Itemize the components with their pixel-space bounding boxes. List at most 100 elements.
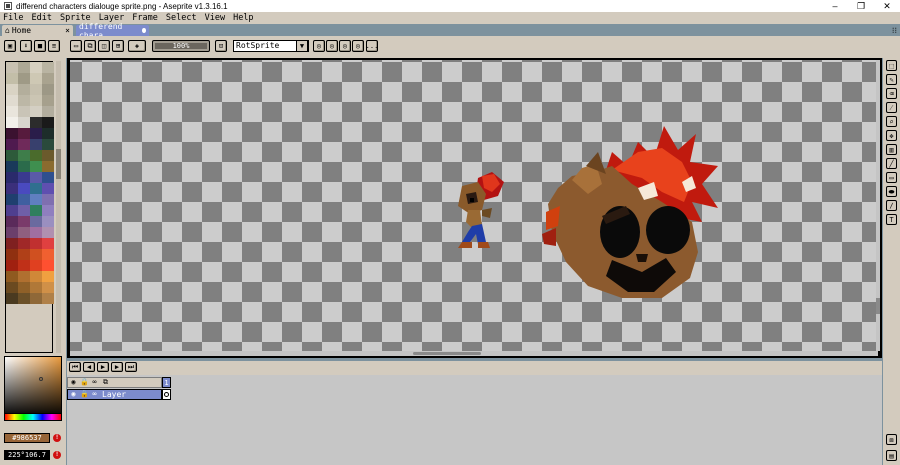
transform-icon-4[interactable]: ◎ bbox=[352, 40, 364, 52]
close-tab-icon[interactable]: × bbox=[65, 26, 70, 35]
palette-scrollbar[interactable] bbox=[56, 61, 61, 353]
palette-swatch[interactable] bbox=[42, 194, 54, 205]
palette-swatch[interactable] bbox=[18, 128, 30, 139]
palette-swatch[interactable] bbox=[30, 139, 42, 150]
palette-swatch[interactable] bbox=[42, 73, 54, 84]
frame-header-1[interactable]: 1 bbox=[162, 377, 171, 388]
palette-swatch[interactable] bbox=[6, 282, 18, 293]
palette-swatch[interactable] bbox=[42, 128, 54, 139]
more-options-button[interactable]: ... bbox=[366, 40, 378, 52]
close-button[interactable]: ✕ bbox=[874, 0, 900, 12]
hue-slider[interactable] bbox=[4, 413, 62, 421]
minimize-button[interactable]: – bbox=[822, 0, 848, 12]
chevron-down-icon[interactable]: ▼ bbox=[296, 40, 308, 52]
palette-swatch[interactable] bbox=[30, 238, 42, 249]
transparent-color-icon[interactable]: ◈ bbox=[128, 40, 146, 52]
palette-swatch[interactable] bbox=[6, 293, 18, 304]
palette-swatch[interactable] bbox=[18, 73, 30, 84]
palette-swatch[interactable] bbox=[18, 106, 30, 117]
rotation-algorithm-select[interactable]: RotSprite ▼ bbox=[233, 40, 309, 52]
contour-tool-icon[interactable]: ⬬ bbox=[886, 186, 897, 197]
palette-swatch[interactable] bbox=[18, 161, 30, 172]
preview-icon[interactable]: ⧈ bbox=[886, 434, 897, 445]
palette-swatch[interactable] bbox=[42, 282, 54, 293]
palette-swatch[interactable] bbox=[6, 150, 18, 161]
palette-swatch[interactable] bbox=[6, 249, 18, 260]
gradient-tool-icon[interactable]: ▥ bbox=[886, 144, 897, 155]
fg-warning-icon[interactable]: ! bbox=[53, 434, 61, 442]
palette-swatch[interactable] bbox=[6, 106, 18, 117]
last-frame-icon[interactable]: ⏭ bbox=[125, 362, 137, 372]
palette-swatch[interactable] bbox=[42, 238, 54, 249]
palette-swatch[interactable] bbox=[42, 260, 54, 271]
vertical-scrollbar[interactable] bbox=[876, 60, 880, 351]
color-picker[interactable] bbox=[4, 356, 62, 418]
zoom-tool-icon[interactable]: ⌕ bbox=[886, 116, 897, 127]
bg-warning-icon[interactable]: ! bbox=[53, 451, 61, 459]
tab-document[interactable]: differend chara bbox=[76, 22, 149, 40]
timeline-cel[interactable] bbox=[162, 389, 171, 400]
palette-swatch[interactable] bbox=[18, 117, 30, 128]
layer-lock-icon[interactable]: 🔒 bbox=[80, 390, 89, 399]
palette-swatch[interactable] bbox=[30, 282, 42, 293]
palette-swatch[interactable] bbox=[18, 293, 30, 304]
eyedropper-tool-icon[interactable]: ⁄ bbox=[886, 102, 897, 113]
palette-swatch[interactable] bbox=[6, 227, 18, 238]
palette-swatch[interactable] bbox=[30, 260, 42, 271]
palette-swatch[interactable] bbox=[42, 227, 54, 238]
palette-swatch[interactable] bbox=[42, 205, 54, 216]
palette-swatch[interactable] bbox=[30, 293, 42, 304]
new-layer-icon[interactable]: ⧉ bbox=[101, 378, 110, 387]
palette-swatch[interactable] bbox=[6, 271, 18, 282]
palette-swatch[interactable] bbox=[42, 139, 54, 150]
palette-swatch[interactable] bbox=[42, 216, 54, 227]
selection-replace-icon[interactable]: ▭ bbox=[70, 40, 82, 52]
foreground-color-button[interactable]: #986537 bbox=[4, 433, 50, 443]
palette-swatch[interactable] bbox=[18, 95, 30, 106]
first-frame-icon[interactable]: ⏮ bbox=[69, 362, 81, 372]
palette-swatch[interactable] bbox=[42, 183, 54, 194]
palette-swatch[interactable] bbox=[6, 161, 18, 172]
palette-swatch[interactable] bbox=[42, 95, 54, 106]
palette-swatch[interactable] bbox=[6, 84, 18, 95]
menu-help[interactable]: Help bbox=[233, 13, 253, 23]
canvas-editor[interactable] bbox=[70, 60, 878, 351]
palette-swatch[interactable] bbox=[30, 117, 42, 128]
tab-home[interactable]: ⌂ Home × bbox=[2, 25, 73, 36]
palette-swatch[interactable] bbox=[42, 150, 54, 161]
palette-swatch[interactable] bbox=[30, 84, 42, 95]
next-frame-icon[interactable]: ▶ bbox=[111, 362, 123, 372]
palette-swatch[interactable] bbox=[6, 128, 18, 139]
download-icon[interactable]: ⬇ bbox=[20, 40, 32, 52]
palette-swatch[interactable] bbox=[42, 84, 54, 95]
palette-swatch[interactable] bbox=[42, 293, 54, 304]
palette-swatch[interactable] bbox=[30, 205, 42, 216]
padlock-icon[interactable]: 🔒 bbox=[80, 378, 89, 387]
palette-swatch[interactable] bbox=[18, 139, 30, 150]
palette-swatch[interactable] bbox=[30, 62, 42, 73]
horizontal-scroll-thumb[interactable] bbox=[413, 352, 481, 355]
palette-swatch[interactable] bbox=[42, 172, 54, 183]
maximize-button[interactable]: ❐ bbox=[848, 0, 874, 12]
palette-swatch[interactable] bbox=[42, 62, 54, 73]
lock-icon[interactable]: ▣ bbox=[4, 40, 16, 52]
palette-swatch[interactable] bbox=[30, 194, 42, 205]
palette-swatch[interactable] bbox=[6, 183, 18, 194]
modified-dot-icon[interactable] bbox=[141, 28, 146, 33]
palette-swatch[interactable] bbox=[6, 216, 18, 227]
background-color-button[interactable]: 225°106.7 bbox=[4, 450, 50, 460]
text-tool-icon[interactable]: T bbox=[886, 214, 897, 225]
palette-grid[interactable] bbox=[5, 61, 54, 353]
line-tool-icon[interactable]: ╱ bbox=[886, 158, 897, 169]
menu-edit[interactable]: Edit bbox=[31, 13, 51, 23]
vertical-scroll-thumb[interactable] bbox=[876, 298, 880, 314]
opacity-slider[interactable]: 100% bbox=[152, 40, 210, 52]
menu-grip-icon[interactable]: ⁝⁝ bbox=[892, 26, 897, 35]
prev-frame-icon[interactable]: ◀ bbox=[83, 362, 95, 372]
palette-swatch[interactable] bbox=[6, 117, 18, 128]
palette-swatch[interactable] bbox=[18, 84, 30, 95]
transform-icon-3[interactable]: ◎ bbox=[339, 40, 351, 52]
pivot-icon[interactable]: ⊡ bbox=[215, 40, 227, 52]
palette-swatch[interactable] bbox=[6, 238, 18, 249]
palette-swatch[interactable] bbox=[30, 128, 42, 139]
